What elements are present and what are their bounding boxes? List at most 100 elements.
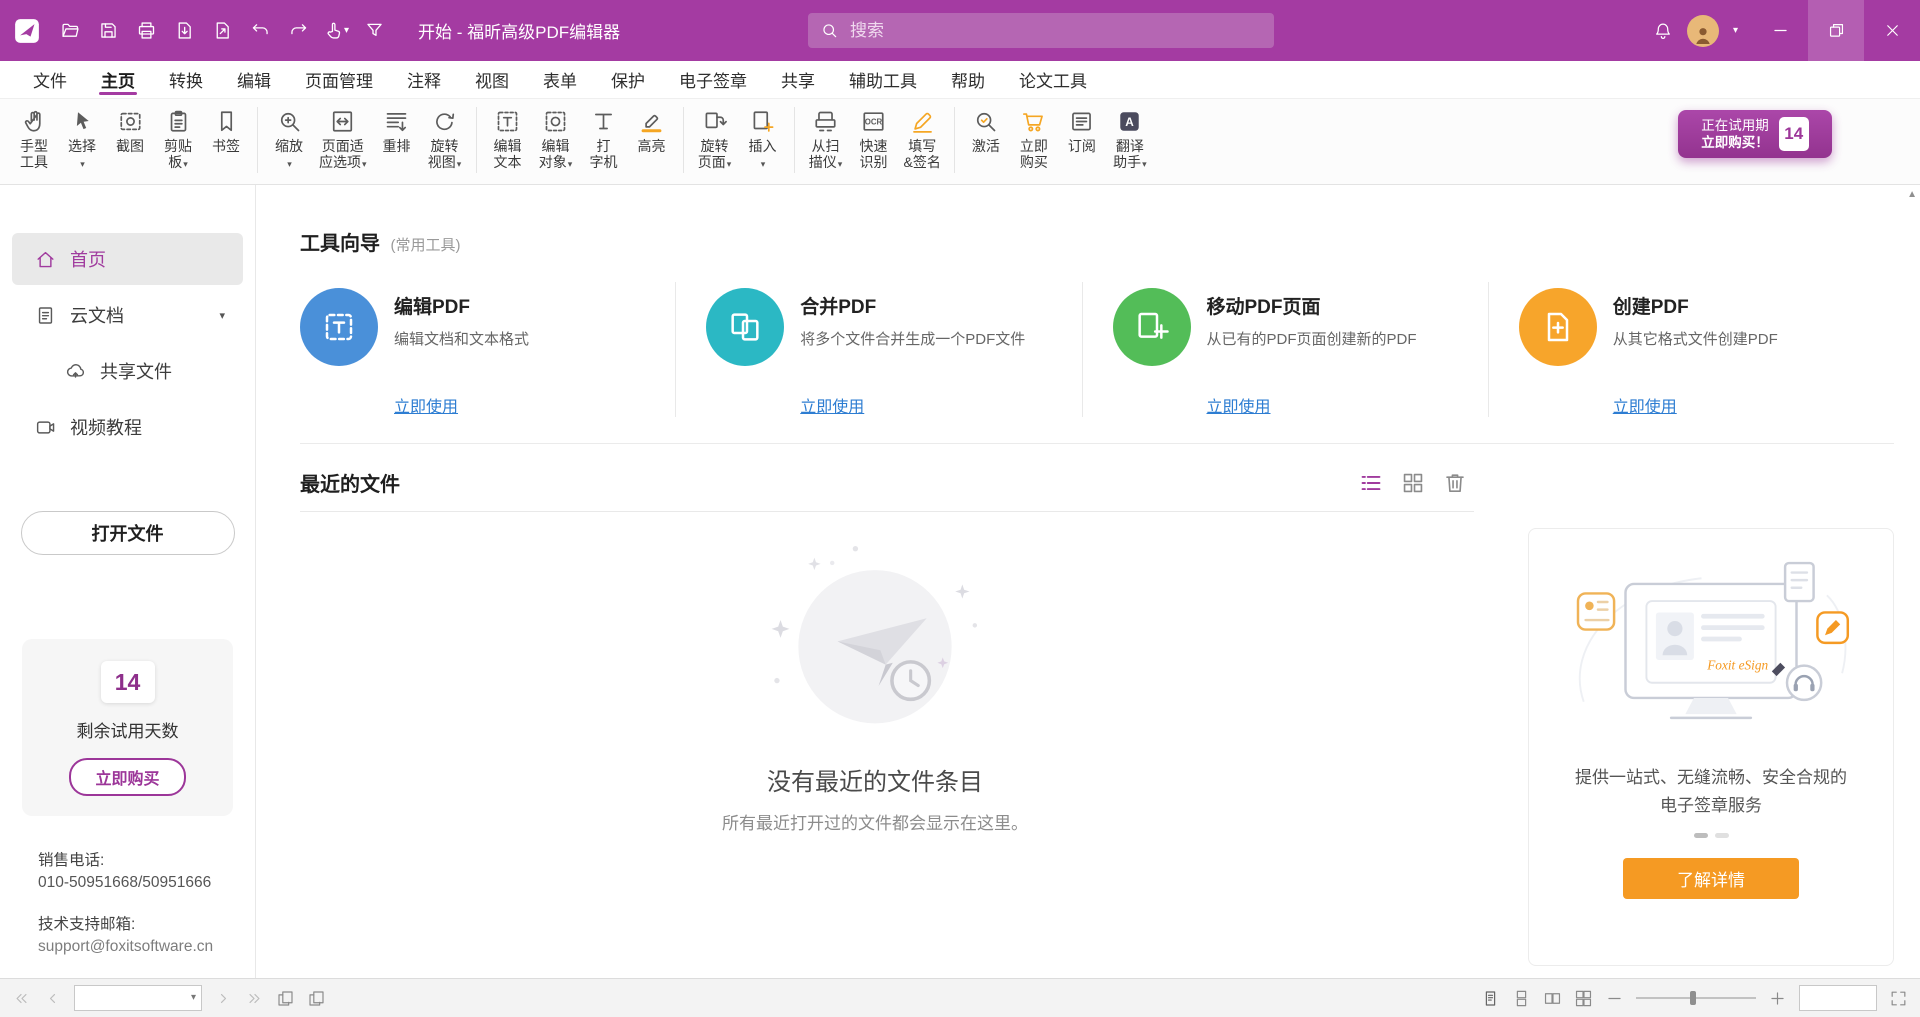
ribbon-separator [954,107,955,173]
list-view-icon[interactable] [1358,470,1384,496]
ribbon-rotate-view-button[interactable]: 旋转视图▾ [421,104,469,172]
hand-pointer-icon [323,20,344,41]
carousel-dot-1[interactable] [1694,833,1708,838]
learn-more-button[interactable]: 了解详情 [1623,858,1799,899]
ribbon-button-label: 打字机 [590,138,618,170]
tool-card-merge-pdf: 合并PDF将多个文件合并生成一个PDF文件立即使用 [675,282,1081,417]
last-page-icon[interactable] [245,989,264,1008]
menu-tab-view[interactable]: 视图 [458,61,526,98]
facing-continuous-view-icon[interactable] [1574,989,1593,1008]
print-button[interactable] [128,12,164,50]
trial-banner[interactable]: 正在试用期 立即购买！ 14 [1678,110,1832,158]
folder-open-button[interactable] [52,12,88,50]
first-page-icon[interactable] [12,989,31,1008]
share-doc-button[interactable] [204,12,240,50]
snapshot-icon[interactable] [276,989,295,1008]
ribbon-select-button[interactable]: 选择▾ [58,104,106,172]
ribbon-insert-pages-button[interactable]: 插入▾ [739,104,787,172]
zoom-in-icon[interactable] [1768,989,1787,1008]
clear-recent-trash-icon[interactable] [1442,470,1468,496]
ribbon-scanner-button[interactable]: 从扫描仪▾ [802,104,850,172]
page-number-box[interactable]: ▾ [74,985,202,1011]
sidebar-item-home[interactable]: 首页 [12,233,243,285]
ribbon-edit-text-button[interactable]: 编辑文本 [484,104,532,172]
ribbon-fit-page-button[interactable]: 页面适应选项▾ [313,104,373,172]
ribbon-ocr-button[interactable]: OCR快速识别 [850,104,898,172]
ribbon-screenshot-button[interactable]: 截图 [106,104,154,156]
zoom-slider[interactable] [1636,990,1756,1006]
menu-tab-page-manage[interactable]: 页面管理 [288,61,390,98]
undo-button[interactable] [242,12,278,50]
minimize-button[interactable] [1752,0,1808,61]
menu-tab-form[interactable]: 表单 [526,61,594,98]
menu-tab-comment[interactable]: 注释 [390,61,458,98]
hand-pointer-button[interactable]: ▾ [318,12,354,50]
global-search[interactable] [808,13,1274,48]
user-avatar[interactable] [1687,15,1719,47]
ribbon-hand-button[interactable]: 手型工具 [10,104,58,172]
close-button[interactable] [1864,0,1920,61]
account-caret-icon[interactable]: ▾ [1733,26,1738,36]
ribbon-fill-sign-button[interactable]: 填写&签名 [898,104,947,172]
sidebar-item-video-tutorials[interactable]: 视频教程 [12,401,243,453]
menu-tab-help[interactable]: 帮助 [934,61,1002,98]
create-pdf-use-now-link[interactable]: 立即使用 [1613,393,1677,417]
fullscreen-icon[interactable] [1889,989,1908,1008]
continuous-view-icon[interactable] [1512,989,1531,1008]
ribbon-activate-button[interactable]: 激活 [962,104,1010,156]
redo-button[interactable] [280,12,316,50]
ribbon-subscribe-button[interactable]: 订阅 [1058,104,1106,156]
sidebar-item-cloud-docs[interactable]: 云文档▾ [12,289,243,341]
move-pages-use-now-link[interactable]: 立即使用 [1207,393,1271,417]
zoom-out-icon[interactable] [1605,989,1624,1008]
menu-tab-share[interactable]: 共享 [764,61,832,98]
menu-tab-paper-tools[interactable]: 论文工具 [1002,61,1104,98]
ribbon-typewriter-button[interactable]: 打字机 [580,104,628,172]
prev-page-icon[interactable] [43,989,62,1008]
restore-button[interactable] [1808,0,1864,61]
svg-text:OCR: OCR [865,117,883,126]
sidebar-item-shared-files[interactable]: 共享文件 [12,345,243,397]
buy-now-button[interactable]: 立即购买 [69,758,185,796]
carousel-dot-2[interactable] [1715,833,1729,838]
menu-tab-accessibility[interactable]: 辅助工具 [832,61,934,98]
ribbon-edit-object-button[interactable]: 编辑对象▾ [532,104,580,172]
support-email-link[interactable]: support@foxitsoftware.cn [38,936,255,958]
edit-pdf-use-now-link[interactable]: 立即使用 [394,393,458,417]
search-input[interactable] [848,20,1262,42]
open-file-button[interactable]: 打开文件 [21,511,235,555]
notifications-bell-icon[interactable] [1653,21,1673,41]
scrollbar-up-arrow[interactable]: ▲ [1907,189,1917,200]
ribbon-highlight-button[interactable]: 高亮 [628,104,676,156]
promo-text: 提供一站式、无缝流畅、安全合规的电子签章服务 [1569,764,1854,820]
ribbon-cart-button[interactable]: 立即购买 [1010,104,1058,172]
menu-tab-protect[interactable]: 保护 [594,61,662,98]
menu-tab-esign[interactable]: 电子签章 [662,61,764,98]
edit-pdf-icon [300,288,378,366]
grid-view-icon[interactable] [1400,470,1426,496]
save-button[interactable] [90,12,126,50]
ribbon-translate-button[interactable]: A翻译助手▾ [1106,104,1154,172]
menu-tab-file[interactable]: 文件 [16,61,84,98]
ribbon-reflow-button[interactable]: 重排 [373,104,421,156]
export-pdf-button[interactable] [166,12,202,50]
ribbon-bookmark-button[interactable]: 书签 [202,104,250,156]
ribbon-zoom-button[interactable]: 缩放▾ [265,104,313,172]
ribbon-rotate-pages-button[interactable]: 旋转页面▾ [691,104,739,172]
copy-page-icon[interactable] [307,989,326,1008]
facing-view-icon[interactable] [1543,989,1562,1008]
merge-pdf-use-now-link[interactable]: 立即使用 [800,393,864,417]
zoom-value-box[interactable] [1799,985,1877,1011]
next-page-icon[interactable] [214,989,233,1008]
zoom-slider-thumb[interactable] [1690,991,1696,1005]
page-number-input[interactable] [80,989,191,1007]
zoom-value-input[interactable] [1806,989,1870,1007]
chevron-down-icon[interactable]: ▾ [219,309,225,322]
menu-tab-home[interactable]: 主页 [84,61,152,98]
ribbon-clipboard-button[interactable]: 剪贴板▾ [154,104,202,172]
single-page-view-icon[interactable] [1481,989,1500,1008]
filter-button[interactable] [356,12,392,50]
ribbon-button-label: 页面适应选项▾ [319,138,367,170]
menu-tab-convert[interactable]: 转换 [152,61,220,98]
menu-tab-edit[interactable]: 编辑 [220,61,288,98]
